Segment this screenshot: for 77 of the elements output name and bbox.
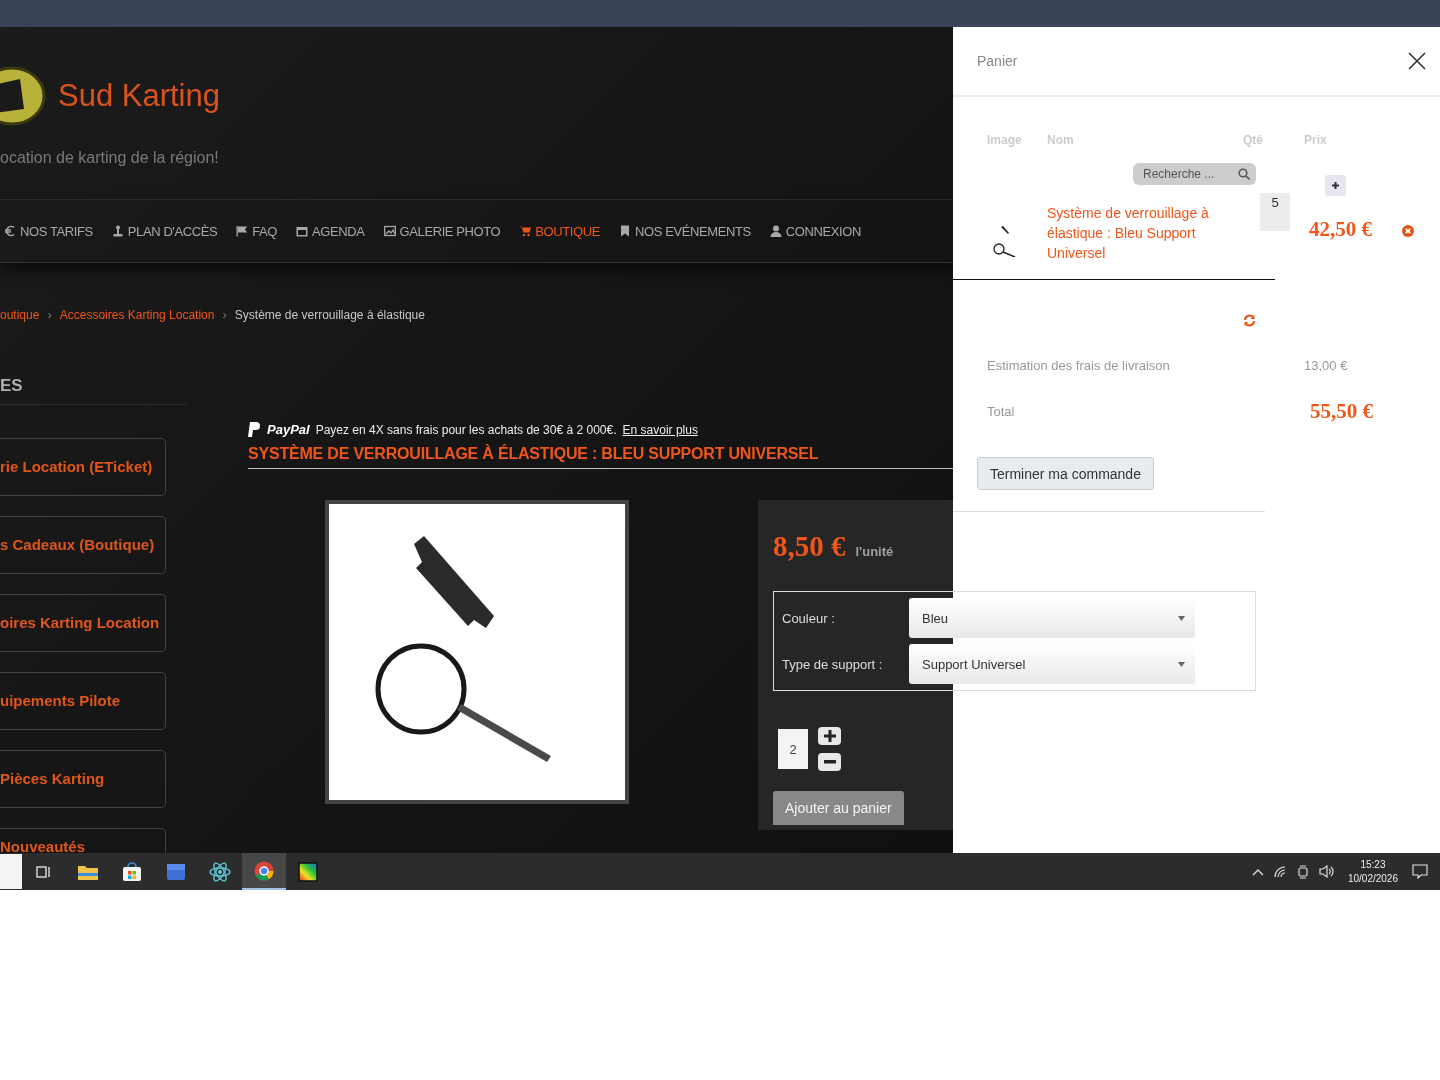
quantity-field[interactable]: 2 [778,729,808,769]
increase-button[interactable] [818,727,841,745]
nav-link[interactable]: NOS TARIFS [4,223,93,239]
minus-icon [823,760,836,764]
wifi-icon[interactable] [1273,865,1287,878]
plus-icon [1332,182,1339,189]
atom-icon [209,861,231,882]
user-icon [769,225,782,237]
cart-item-price: 42,50 € [1309,217,1372,242]
price-unit: l'unité [855,544,894,559]
paypal-p-icon [248,422,261,437]
nav-link[interactable]: BOUTIQUE [519,223,601,239]
flag-icon [236,225,249,237]
nav-link[interactable]: FAQ [236,223,278,239]
option-select[interactable]: Bleu [909,598,1195,638]
cart-title: Panier [977,53,1018,69]
option-select[interactable]: Support Universel [909,644,1195,684]
notification-icon[interactable] [1412,864,1428,879]
category-button[interactable]: Pièces Karting [0,750,166,808]
checkout-button[interactable]: Terminer ma commande [977,457,1154,490]
total-value: 55,50 € [1310,398,1373,424]
euro-icon [4,225,16,237]
site-title[interactable]: Sud Karting [58,78,220,113]
category-button[interactable]: oires Karting Location [0,594,166,652]
category-button[interactable]: uipements Pilote [0,672,166,730]
caret-icon [1178,661,1185,667]
refresh-icon[interactable] [1243,314,1256,327]
cart-icon [519,225,532,237]
shipping-label: Estimation des frais de livraison [987,357,1171,373]
taskbar-search-field[interactable] [0,854,22,889]
paypal-message: Payez en 4X sans frais pour les achats de 30€ à 2 000€. [315,422,617,437]
product-price: 8,50 € [773,530,846,563]
sidebar-heading: ES [0,376,187,405]
option-label: Couleur : [782,610,835,626]
decrease-button[interactable] [818,753,841,771]
close-icon[interactable] [1408,52,1426,70]
quantity-field[interactable]: 5 [1260,193,1290,231]
breadcrumb-link[interactable]: Accessoires Karting Location [59,307,215,322]
remove-icon[interactable] [1402,225,1414,237]
taskbar-clock[interactable]: 15:23 10/02/2026 [1347,857,1398,886]
shipping-value: 13,00 € [1304,357,1348,373]
joystick-icon [111,225,124,237]
device-icon[interactable] [1296,864,1309,879]
search-icon [1238,168,1250,180]
plus-icon [823,730,836,742]
search-field[interactable]: Recherche ... [1133,163,1256,185]
breadcrumb-current: Système de verrouillage à élastique [234,307,425,322]
nav-link[interactable]: GALERIE PHOTO [383,223,501,239]
caret-icon [1178,615,1185,621]
folder-icon [78,863,98,880]
spectrum-icon [298,861,318,882]
store-icon [122,861,142,882]
calendar-icon [296,225,309,237]
site-tagline: ocation de karting de la région! [0,149,220,167]
breadcrumb-separator: › [222,307,227,322]
cart-item-name[interactable]: Système de verrouillage à élastique : Bleu Support Universel [1047,203,1217,263]
logo-icon [0,65,46,127]
image-icon [383,225,396,237]
nav-link[interactable]: PLAN D'ACCÈS [111,223,218,239]
increase-button[interactable] [1325,175,1346,196]
category-button[interactable]: s Cadeaux (Boutique) [0,516,166,574]
paypal-logo: PayPal [267,422,310,437]
nav-link[interactable]: CONNEXION [769,223,861,239]
volume-icon[interactable] [1318,865,1334,878]
bookmark-icon [619,225,632,237]
breadcrumb-link[interactable]: outique [0,307,40,322]
nav-link[interactable]: AGENDA [296,223,365,239]
breadcrumb-separator: › [47,307,52,322]
browser-icon [254,860,274,881]
option-label: Type de support : [782,656,883,672]
category-button[interactable]: rie Location (ETicket) [0,438,166,496]
paypal-link[interactable]: En savoir plus [622,422,698,437]
task-view-icon [36,863,52,880]
nav-link[interactable]: NOS EVÉNEMENTS [619,223,751,239]
chevron-up-icon[interactable] [1251,867,1264,876]
total-label: Total [987,403,1016,419]
taskbar-app-button[interactable] [242,853,286,890]
